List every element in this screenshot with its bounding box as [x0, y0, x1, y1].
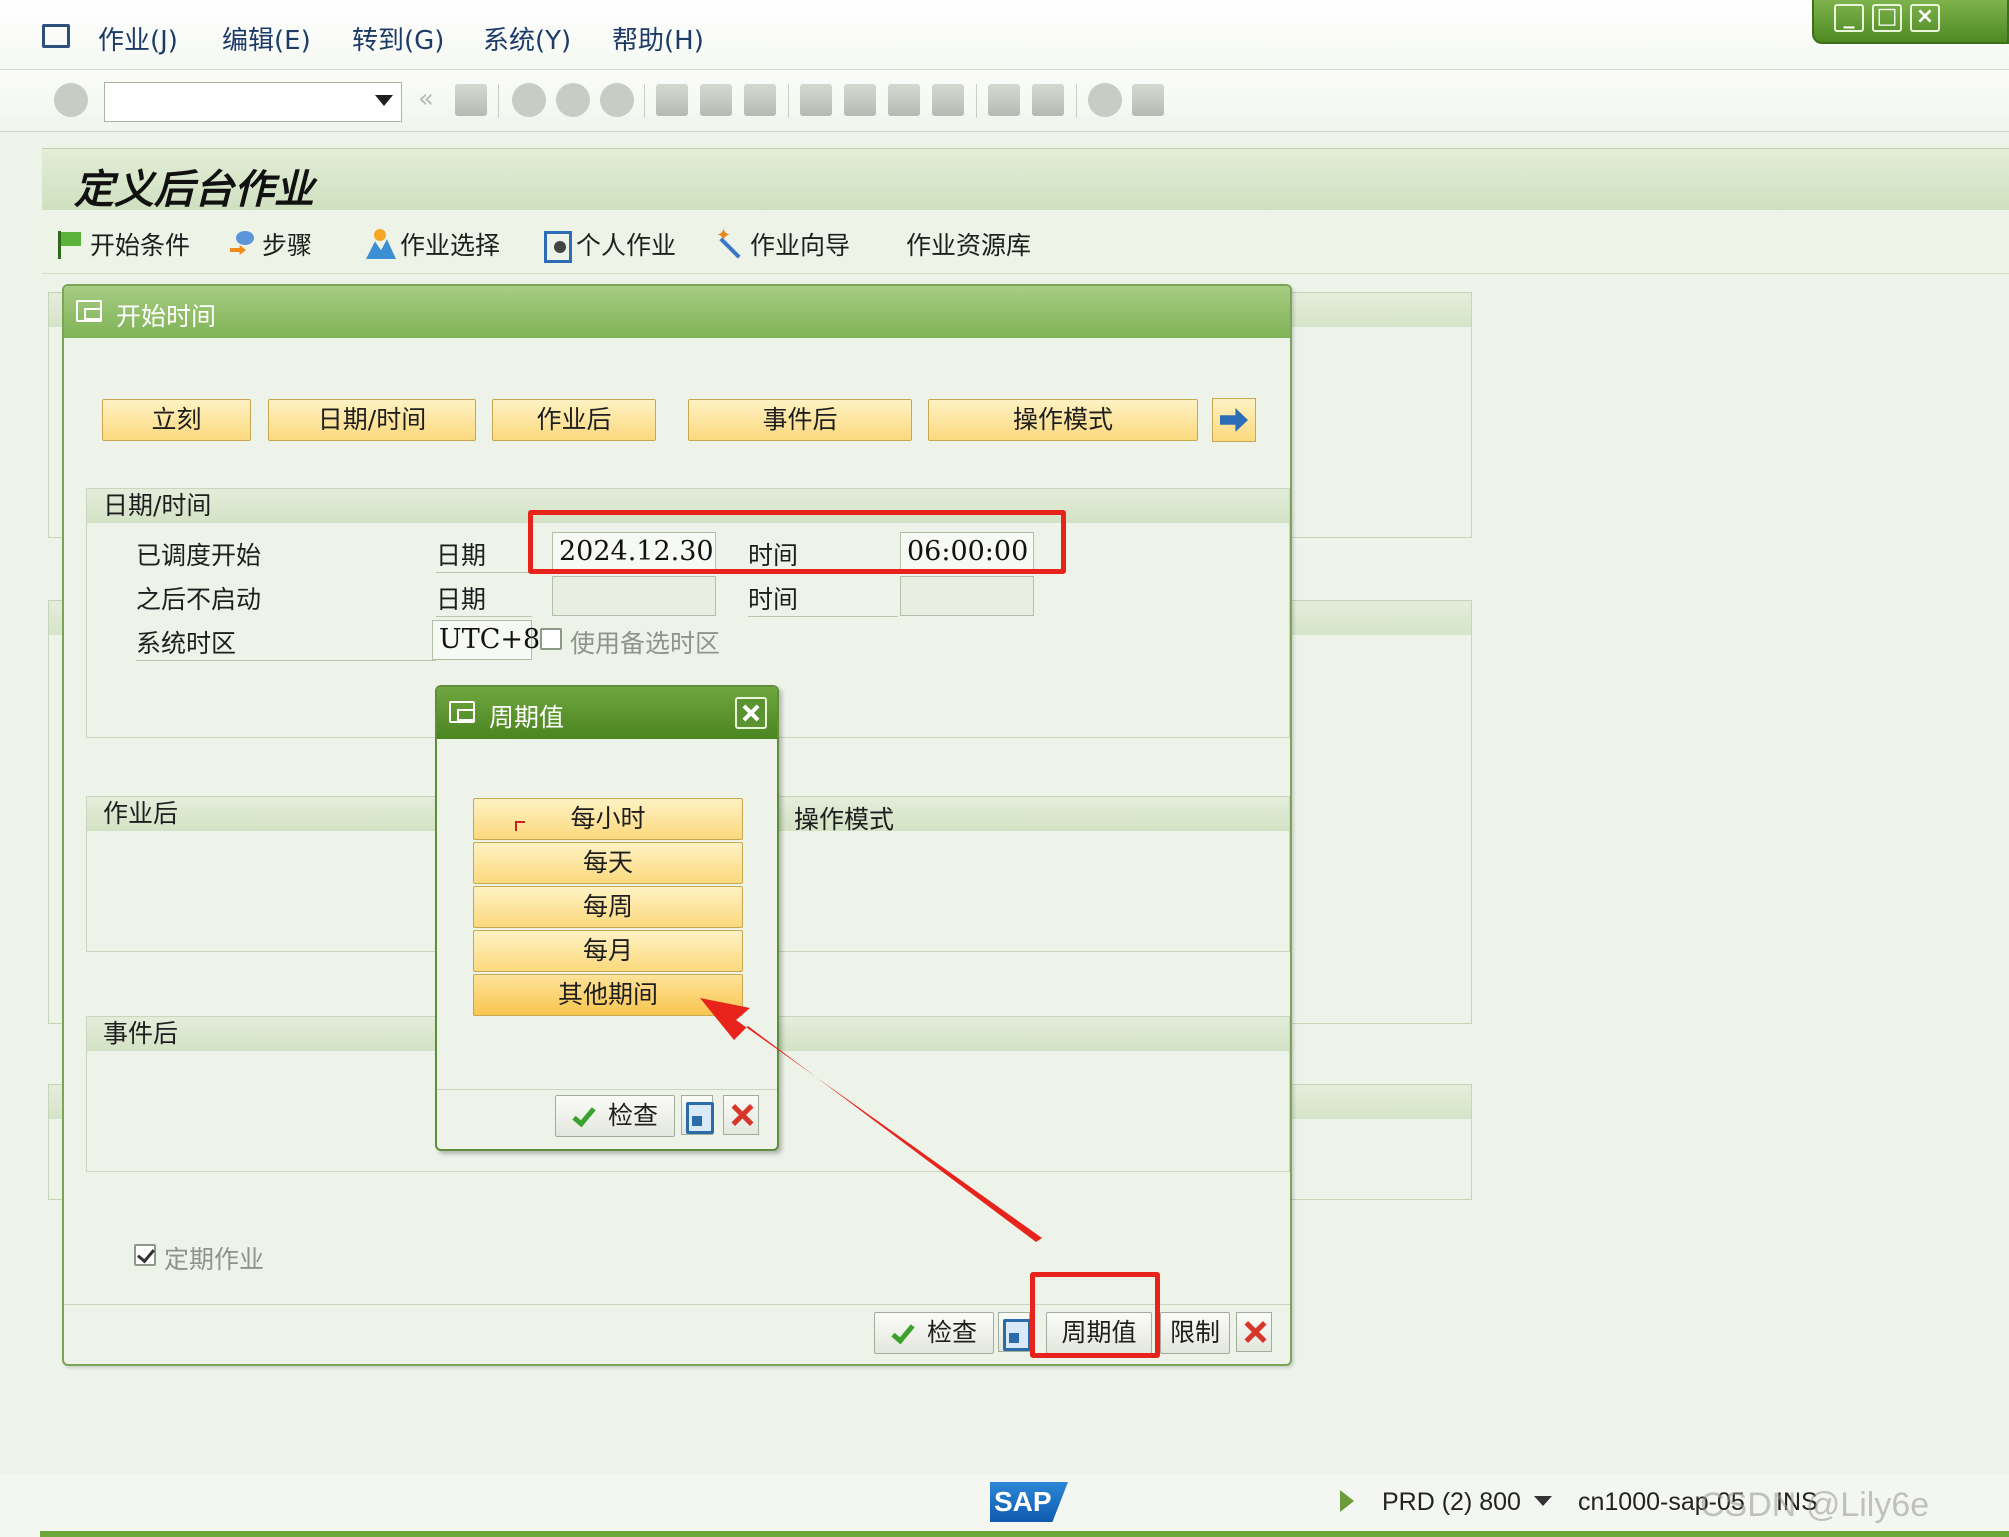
- status-bar-accent: [40, 1531, 2009, 1537]
- annotation-arrow: [700, 998, 1042, 1242]
- watermark-text: CSDN @Lily6e: [1700, 1486, 1930, 1524]
- annotation-arrow-shape: [700, 998, 1042, 1242]
- system-info[interactable]: PRD (2) 800: [1382, 1488, 1521, 1517]
- chevron-down-icon[interactable]: [1534, 1496, 1552, 1506]
- status-bar: SAP PRD (2) 800 cn1000-sap-05 INS CSDN @…: [0, 1474, 2009, 1537]
- sap-logo-icon: SAP: [990, 1482, 1068, 1522]
- play-icon[interactable]: [1340, 1490, 1354, 1512]
